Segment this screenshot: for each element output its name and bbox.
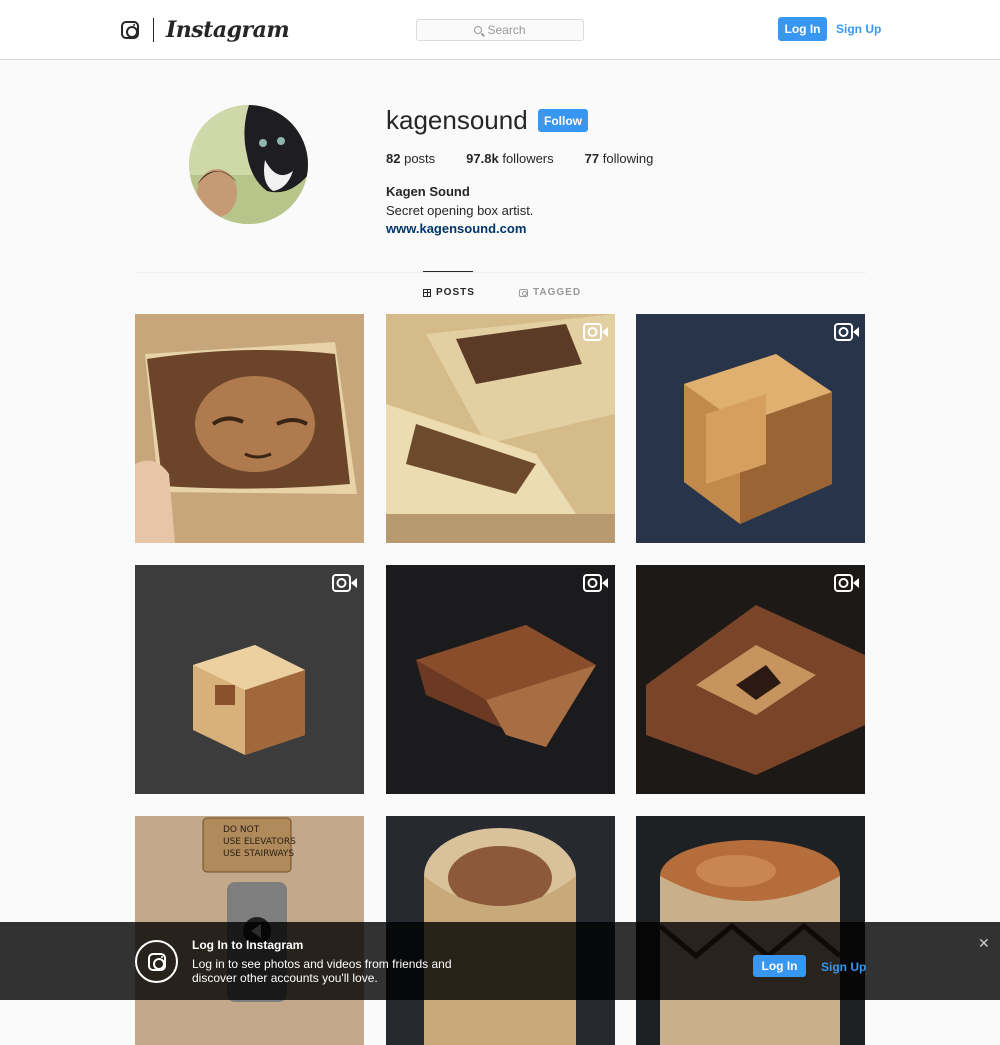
banner-login-button[interactable]: Log In: [753, 955, 806, 977]
login-prompt-banner: Log In to Instagram Log in to see photos…: [0, 922, 1000, 1000]
active-tab-indicator: [423, 271, 473, 272]
signup-link[interactable]: Sign Up: [836, 17, 881, 41]
post-thumbnail[interactable]: [636, 314, 865, 543]
tagged-icon: [519, 288, 528, 297]
stat-count: 97.8k: [466, 151, 499, 166]
instagram-logo[interactable]: Instagram: [121, 15, 290, 45]
banner-text: Log in to see photos and videos from fri…: [192, 957, 452, 985]
banner-signup-link[interactable]: Sign Up: [821, 960, 866, 974]
stat-posts: 82 posts: [386, 151, 435, 166]
instagram-camera-icon: [147, 952, 166, 971]
stat-count: 77: [584, 151, 600, 166]
profile-full-name: Kagen Sound: [386, 184, 470, 199]
tab-posts[interactable]: POSTS: [423, 287, 475, 298]
elevator-sign-line: USE ELEVATORS: [223, 837, 296, 847]
stat-label: following: [602, 151, 654, 166]
stat-count: 82: [386, 151, 401, 166]
top-navigation-bar: Instagram Search Log In Sign Up: [0, 0, 1000, 60]
elevator-sign-line: DO NOT: [223, 825, 260, 835]
profile-username: kagensound: [386, 105, 528, 135]
tab-tagged[interactable]: TAGGED: [519, 287, 581, 298]
tab-label: POSTS: [436, 287, 475, 298]
elevator-sign-line: USE STAIRWAYS: [223, 849, 294, 859]
login-button[interactable]: Log In: [778, 17, 827, 41]
profile-stats: 82 posts 97.8k followers 77 following: [386, 151, 684, 166]
stat-followers[interactable]: 97.8k followers: [466, 151, 553, 166]
instagram-wordmark: Instagram: [166, 17, 290, 43]
banner-title: Log In to Instagram: [192, 938, 304, 952]
close-icon[interactable]: ✕: [978, 935, 990, 952]
post-thumbnail[interactable]: [135, 314, 364, 543]
post-thumbnail[interactable]: [386, 565, 615, 794]
post-thumbnail[interactable]: [386, 314, 615, 543]
search-placeholder: Search: [487, 23, 526, 37]
profile-bio: Secret opening box artist.: [386, 203, 534, 218]
instagram-camera-icon: [121, 21, 139, 39]
profile-website-link[interactable]: www.kagensound.com: [386, 221, 526, 236]
video-icon: [834, 323, 859, 341]
stat-label: followers: [502, 151, 554, 166]
profile-avatar: [189, 105, 308, 224]
video-icon: [583, 323, 608, 341]
follow-button[interactable]: Follow: [538, 109, 588, 132]
video-icon: [332, 574, 357, 592]
tab-label: TAGGED: [533, 287, 582, 298]
post-thumbnail[interactable]: [636, 565, 865, 794]
post-thumbnail[interactable]: [135, 565, 364, 794]
tabs-divider: [135, 272, 866, 273]
stat-label: posts: [404, 151, 436, 166]
search-icon: [474, 26, 483, 34]
logo-separator: [153, 18, 154, 42]
video-icon: [583, 574, 608, 592]
stat-following[interactable]: 77 following: [585, 151, 654, 166]
instagram-logo-circle: [135, 940, 178, 983]
video-icon: [834, 574, 859, 592]
grid-icon: [423, 288, 431, 297]
search-input[interactable]: Search: [416, 19, 584, 41]
